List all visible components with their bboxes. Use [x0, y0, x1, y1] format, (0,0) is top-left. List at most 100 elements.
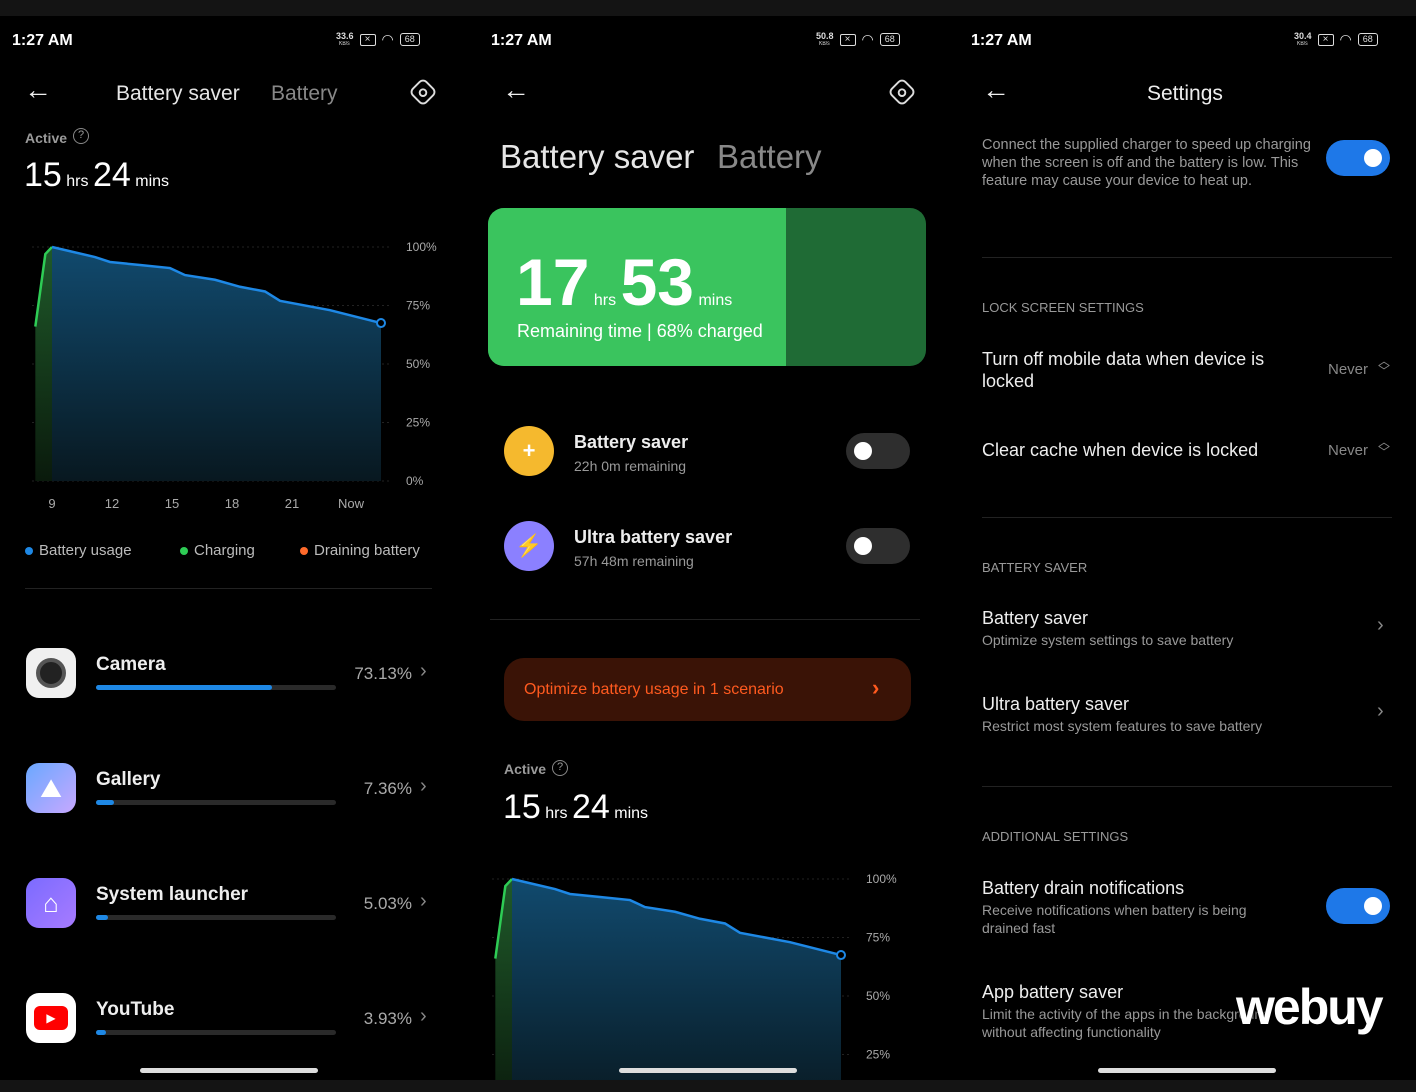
app-row[interactable]: ⛰ Gallery 7.36% ›: [26, 763, 436, 815]
app-row[interactable]: Camera 73.13% ›: [26, 648, 436, 700]
legend-dot: [180, 546, 188, 555]
setting-title: Battery drain notifications: [982, 878, 1185, 898]
battery-chart: 100% 75% 50% 25% 0% 9 12 15 18 21 Now: [32, 240, 437, 511]
current-level-marker: [836, 950, 846, 961]
wifi-icon: ◠: [1339, 31, 1352, 47]
camera-icon: [26, 648, 76, 698]
current-level-marker: [376, 318, 386, 329]
youtube-icon: ▶: [26, 993, 76, 1043]
x-tick-label: 12: [105, 496, 119, 511]
x-tick-label: 15: [165, 496, 179, 511]
setting-title: Turn off mobile data when device is lock…: [982, 349, 1265, 391]
y-tick-label: 100%: [406, 240, 437, 254]
top-strip: [0, 0, 1416, 16]
sim-off-icon: ×: [1317, 33, 1334, 46]
speed-up-desc: Connect the supplied charger to speed up…: [982, 137, 1311, 189]
legend-label: Battery usage: [39, 542, 132, 559]
network-speed-unit: KB/s: [1297, 40, 1309, 47]
setting-drain-notifications: Battery drain notifications Receive noti…: [982, 878, 1282, 937]
usage-fill: [96, 685, 272, 690]
section-header: BATTERY SAVER: [982, 560, 1088, 575]
charging-area: [35, 247, 52, 481]
back-button[interactable]: ←: [982, 74, 1010, 106]
app-percent: 73.13%: [354, 664, 412, 683]
status-time: 1:27 AM: [971, 32, 1032, 49]
y-tick-label: 0%: [406, 474, 424, 488]
battery-saver-panel: 1:27 AM 50.8 KB/s × ◠ 68 ← Battery saver…: [480, 16, 940, 1080]
settings-panel: 1:27 AM 30.4 KB/s × ◠ 68 ← Settings Conn…: [960, 16, 1416, 1080]
chevron-right-icon: ›: [420, 890, 427, 912]
toggle-knob: [1364, 149, 1382, 167]
y-tick-label: 50%: [866, 989, 890, 1003]
setting-clear-cache[interactable]: Clear cache when device is locked Never …: [982, 435, 1412, 470]
usage-area: [52, 247, 381, 481]
setting-desc: Receive notifications when battery is be…: [982, 902, 1247, 936]
setting-mobile-data[interactable]: Turn off mobile data when device is lock…: [982, 348, 1412, 398]
legend-dot: [25, 546, 33, 555]
home-icon: ⌂: [26, 878, 76, 928]
divider: [982, 786, 1392, 787]
network-speed: 30.4 KB/s: [1294, 30, 1312, 48]
legend-charging: Charging: [180, 542, 255, 559]
app-name: Gallery: [96, 769, 161, 790]
battery-chart: 100% 75% 50% 25%: [492, 872, 897, 1080]
section-header: ADDITIONAL SETTINGS: [982, 829, 1129, 844]
usage-bar: [96, 1030, 336, 1035]
charging-area: [495, 879, 512, 1080]
battery-icon: 68: [1357, 33, 1378, 46]
setting-ultra-battery-saver[interactable]: Ultra battery saver Restrict most system…: [982, 694, 1392, 740]
legend-draining: Draining battery: [300, 542, 420, 559]
chevron-right-icon: ›: [1377, 614, 1384, 636]
app-row[interactable]: ⌂ System launcher 5.03% ›: [26, 878, 436, 930]
toggle-knob: [1364, 897, 1382, 915]
up-down-chevron-icon: ︿ ﹀: [1378, 435, 1391, 459]
setting-value: Never: [1328, 442, 1369, 459]
home-indicator[interactable]: [619, 1068, 797, 1073]
legend-label: Draining battery: [314, 542, 420, 559]
up-down-chevron-icon: ︿ ﹀: [1378, 354, 1391, 378]
y-tick-label: 75%: [406, 299, 430, 313]
legend-usage: Battery usage: [25, 542, 132, 559]
setting-value: Never: [1328, 361, 1369, 378]
x-tick-label: 9: [48, 496, 55, 511]
status-icons: 30.4 KB/s × ◠ 68: [1294, 31, 1378, 48]
webuy-watermark: webuy: [1236, 979, 1384, 1035]
battery-usage-panel: 1:27 AM 33.6 KB/s × ◠ 68 ← Battery saver…: [0, 16, 470, 1080]
app-name: Camera: [96, 654, 166, 675]
usage-bar: [96, 915, 336, 920]
setting-title: Ultra battery saver: [982, 694, 1130, 714]
chevron-right-icon: ›: [420, 1005, 427, 1027]
chevron-right-icon: ›: [420, 660, 427, 682]
setting-desc: Restrict most system features to save ba…: [982, 718, 1263, 734]
divider: [982, 257, 1392, 258]
usage-area: [512, 879, 841, 1080]
legend-label: Charging: [194, 542, 255, 559]
divider: [25, 588, 432, 589]
x-tick-label: Now: [338, 496, 365, 511]
usage-fill: [96, 800, 114, 805]
setting-title: Battery saver: [982, 608, 1089, 628]
drain-notifications-toggle[interactable]: [1326, 888, 1390, 924]
app-row[interactable]: ▶ YouTube 3.93% ›: [26, 993, 436, 1045]
speed-up-toggle[interactable]: [1326, 140, 1390, 176]
y-tick-label: 100%: [866, 872, 897, 886]
app-name: YouTube: [96, 999, 175, 1020]
y-tick-label: 25%: [406, 416, 430, 430]
app-name: System launcher: [96, 884, 249, 905]
home-indicator[interactable]: [1098, 1068, 1276, 1073]
network-speed-value: 30.4: [1294, 30, 1312, 41]
setting-title: Clear cache when device is locked: [982, 440, 1259, 460]
home-indicator[interactable]: [140, 1068, 318, 1073]
setting-desc: Optimize system settings to save battery: [982, 632, 1234, 648]
chevron-right-icon: ›: [420, 775, 427, 797]
gallery-icon: ⛰: [26, 763, 76, 813]
app-percent: 5.03%: [363, 894, 412, 913]
usage-fill: [96, 1030, 106, 1035]
setting-battery-saver[interactable]: Battery saver Optimize system settings t…: [982, 608, 1392, 654]
app-percent: 7.36%: [363, 779, 412, 798]
page-title: Settings: [1147, 82, 1223, 105]
y-tick-label: 25%: [866, 1048, 890, 1062]
usage-bar: [96, 800, 336, 805]
usage-fill: [96, 915, 109, 920]
x-tick-label: 18: [225, 496, 239, 511]
